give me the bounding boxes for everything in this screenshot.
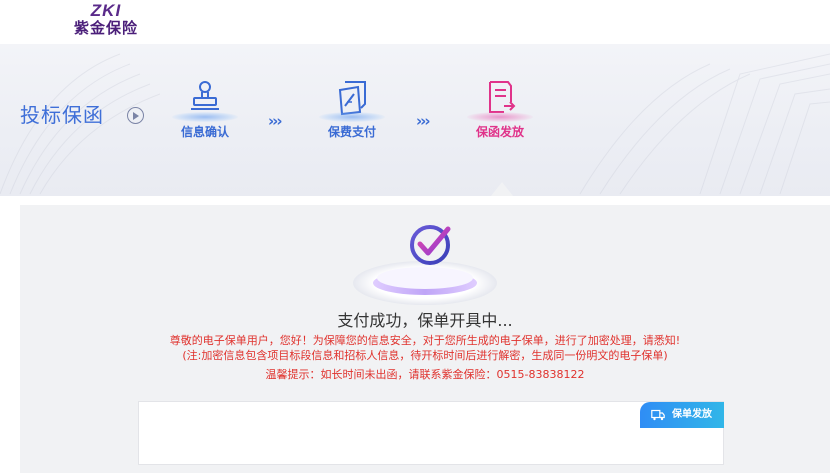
play-icon[interactable] xyxy=(127,107,144,124)
step-label: 保费支付 xyxy=(327,125,376,139)
step-separator-1: ››› xyxy=(268,112,282,130)
issue-policy-button-label: 保单发放 xyxy=(672,409,712,420)
step-guarantee-issue[interactable]: 保函发放 xyxy=(455,78,545,142)
zki-logo[interactable]: ZKI 紫金保险 xyxy=(58,2,154,38)
step-info-confirm[interactable]: 信息确认 xyxy=(160,78,250,142)
notice-encryption-note: (注:加密信息包含项目标段信息和招标人信息，待开标时间后进行解密，生成同一份明文… xyxy=(182,349,668,362)
page-title: 投标保函 xyxy=(20,103,104,127)
step-glow xyxy=(467,112,533,122)
status-panel: 支付成功，保单开具中... 尊敬的电子保单用户，您好！为保障您的信息安全，对于您… xyxy=(20,205,830,473)
policy-document-panel: 保单发放 xyxy=(138,401,724,465)
step-premium-payment[interactable]: 保费支付 xyxy=(307,78,397,142)
step-glow xyxy=(172,112,238,122)
step-label: 保函发放 xyxy=(475,125,524,139)
logo-mark: ZKI xyxy=(90,1,122,20)
step-separator-2: ››› xyxy=(416,112,430,130)
notice-contact: 温馨提示：如长时间未出函，请联系紫金保险：0515-83838122 xyxy=(265,368,585,381)
decorative-book-pattern-right xyxy=(579,53,830,195)
truck-icon xyxy=(651,409,665,421)
check-success-icon xyxy=(353,225,497,305)
step-label: 信息确认 xyxy=(180,125,229,139)
notice-encryption: 尊敬的电子保单用户，您好！为保障您的信息安全，对于您所生成的电子保单，进行了加密… xyxy=(169,334,681,347)
status-headline: 支付成功，保单开具中... xyxy=(337,311,513,330)
active-step-pointer xyxy=(491,182,513,196)
issue-policy-button[interactable]: 保单发放 xyxy=(640,402,724,428)
top-header: ZKI 紫金保险 xyxy=(0,0,830,44)
logo-text: 紫金保险 xyxy=(73,19,138,37)
progress-banner: 投标保函 信息确认 ››› 保费支付 ››› 保函发放 xyxy=(0,44,830,196)
step-glow xyxy=(319,112,385,122)
